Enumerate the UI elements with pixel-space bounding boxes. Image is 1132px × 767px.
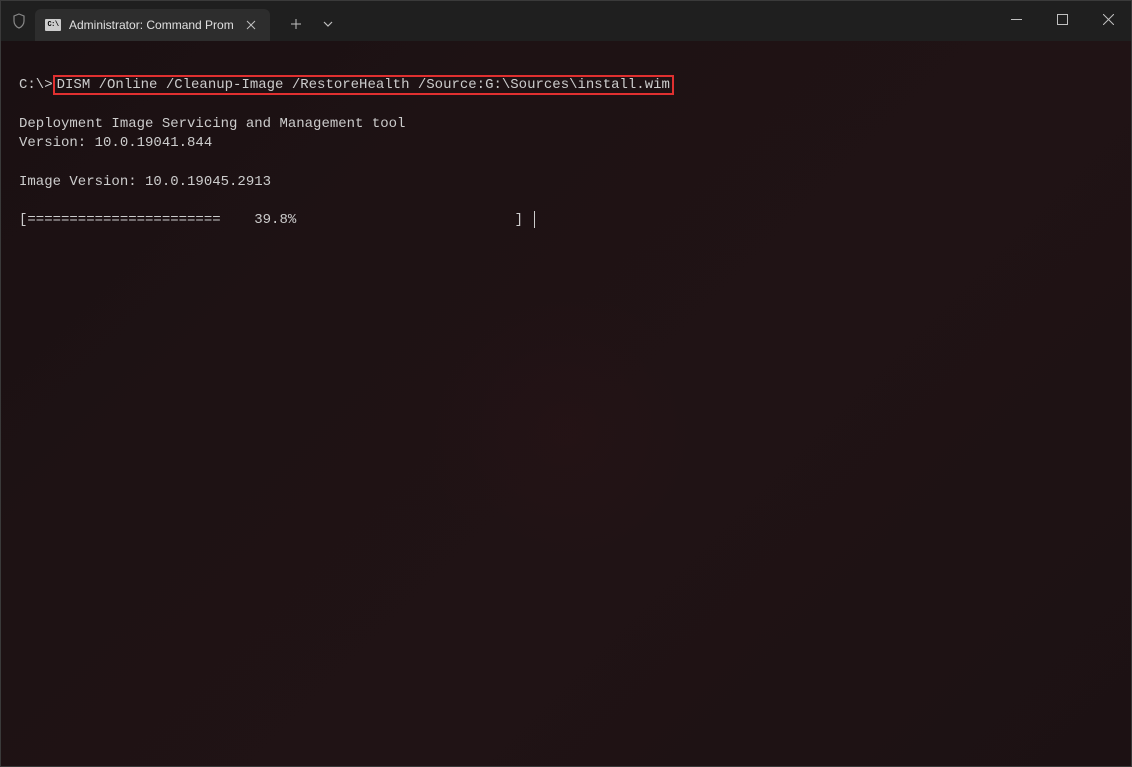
terminal-body[interactable]: C:\>DISM /Online /Cleanup-Image /Restore… xyxy=(1,41,1131,766)
blank-line xyxy=(19,96,1113,115)
version-line: Version: 10.0.19041.844 xyxy=(19,134,1113,154)
tab-active[interactable]: C:\ Administrator: Command Prom xyxy=(35,9,270,41)
cursor-icon xyxy=(534,211,535,228)
close-button[interactable] xyxy=(1085,1,1131,37)
command-text: DISM /Online /Cleanup-Image /RestoreHeal… xyxy=(53,75,674,95)
progress-text: [======================= 39.8% ] xyxy=(19,213,531,229)
tab-title: Administrator: Command Prom xyxy=(69,18,234,32)
image-version-line: Image Version: 10.0.19045.2913 xyxy=(19,173,1113,193)
maximize-button[interactable] xyxy=(1039,1,1085,37)
blank-line xyxy=(19,192,1113,211)
blank-line xyxy=(19,154,1113,173)
minimize-button[interactable] xyxy=(993,1,1039,37)
cmd-icon: C:\ xyxy=(45,19,61,31)
shield-icon xyxy=(11,13,27,29)
titlebar: C:\ Administrator: Command Prom xyxy=(1,1,1131,41)
command-line: C:\>DISM /Online /Cleanup-Image /Restore… xyxy=(19,76,1113,96)
window-controls xyxy=(993,1,1131,37)
tab-dropdown-button[interactable] xyxy=(314,10,342,38)
new-tab-button[interactable] xyxy=(282,10,310,38)
tool-name-line: Deployment Image Servicing and Managemen… xyxy=(19,115,1113,135)
tab-close-button[interactable] xyxy=(242,16,260,34)
prompt-text: C:\> xyxy=(19,77,53,93)
progress-line: [======================= 39.8% ] xyxy=(19,211,1113,228)
